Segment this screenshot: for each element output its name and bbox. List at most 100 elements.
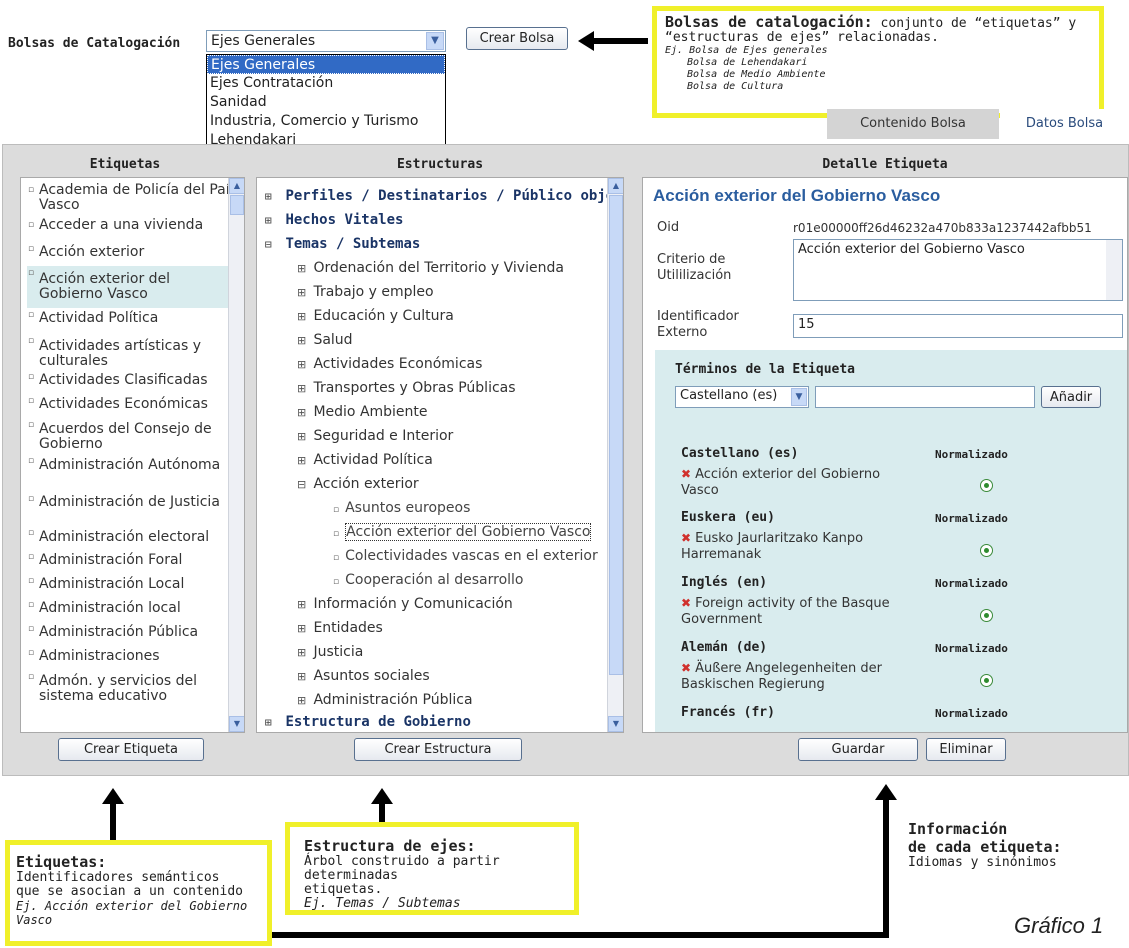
list-item[interactable]: Actividad Política	[27, 308, 237, 334]
normalizado-radio[interactable]	[980, 479, 993, 492]
expand-plus-icon[interactable]: ⊞	[297, 692, 309, 710]
expand-plus-icon[interactable]: ⊞	[297, 356, 309, 374]
crear-etiqueta-button[interactable]: Crear Etiqueta	[58, 738, 204, 761]
list-item[interactable]: Admón. y servicios del sistema educativo	[27, 670, 237, 704]
delete-x-icon[interactable]: ✖	[681, 531, 691, 545]
termino-input[interactable]	[815, 386, 1035, 408]
tree-leaf[interactable]: Colectividades vascas en el exterior	[333, 547, 598, 567]
estructuras-tree[interactable]: ⊞ Perfiles / Destinatarios / Público obj…	[256, 177, 624, 733]
normalizado-radio[interactable]	[980, 674, 993, 687]
bolsa-select[interactable]: Ejes Generales ▼	[206, 30, 446, 52]
tree-leaf[interactable]: Asuntos europeos	[333, 499, 470, 519]
expand-plus-icon[interactable]: ⊞	[297, 620, 309, 638]
expand-plus-icon[interactable]: ⊞	[297, 428, 309, 446]
tree-node[interactable]: ⊞ Seguridad e Interior	[297, 427, 453, 446]
tree-node[interactable]: ⊞ Asuntos sociales	[297, 667, 430, 686]
tree-node[interactable]: ⊟ Temas / Subtemas	[265, 235, 420, 254]
expand-plus-icon[interactable]: ⊞	[297, 452, 309, 470]
list-item[interactable]: Administración Pública	[27, 622, 237, 646]
tree-node[interactable]: ⊞ Justicia	[297, 643, 363, 662]
lang-select[interactable]: Castellano (es) ▼	[675, 386, 809, 408]
expand-plus-icon[interactable]: ⊞	[297, 404, 309, 422]
tree-node[interactable]: ⊞ Hechos Vitales	[265, 211, 403, 230]
list-item[interactable]: Acuerdos del Consejo de Gobierno	[27, 418, 237, 454]
anadir-button[interactable]: Añadir	[1041, 386, 1101, 408]
tree-node[interactable]: ⊞ Educación y Cultura	[297, 307, 454, 326]
guardar-button[interactable]: Guardar	[798, 738, 918, 761]
tree-node[interactable]: ⊞ Actividades Económicas	[297, 355, 482, 374]
callout-etiquetas-ex1: Ej. Acción exterior del Gobierno	[16, 899, 248, 913]
list-item[interactable]: Administraciones	[27, 646, 237, 670]
etiquetas-scrollbar[interactable]: ▲ ▼	[228, 178, 244, 732]
list-item[interactable]: Actividades artísticas y culturales	[27, 334, 237, 370]
delete-x-icon[interactable]: ✖	[681, 661, 691, 675]
tree-node[interactable]: ⊞ Ordenación del Territorio y Vivienda	[297, 259, 564, 278]
tab-contenido-bolsa[interactable]: Contenido Bolsa	[827, 109, 999, 139]
expand-plus-icon[interactable]: ⊞	[297, 644, 309, 662]
scroll-down-icon[interactable]: ▼	[608, 716, 623, 732]
scroll-up-icon[interactable]: ▲	[608, 178, 623, 194]
scroll-down-icon[interactable]: ▼	[229, 716, 244, 732]
list-item[interactable]: Acceder a una vivienda	[27, 218, 237, 242]
list-item[interactable]: Administración electoral	[27, 526, 237, 550]
normalizado-radio[interactable]	[980, 544, 993, 557]
collapse-minus-icon[interactable]: ⊟	[297, 476, 309, 494]
dropdown-option[interactable]: Sanidad	[207, 93, 445, 112]
tree-node[interactable]: ⊞ Actividad Política	[297, 451, 433, 470]
expand-plus-icon[interactable]: ⊞	[297, 332, 309, 350]
bolsa-dropdown[interactable]: Ejes Generales Ejes Contratación Sanidad…	[206, 54, 446, 150]
expand-plus-icon[interactable]: ⊞	[297, 380, 309, 398]
tree-node[interactable]: ⊞ Administración Pública	[297, 691, 473, 710]
list-item[interactable]: Administración de Justicia	[27, 492, 237, 526]
expand-plus-icon[interactable]: ⊞	[297, 668, 309, 686]
list-item[interactable]: Acción exterior	[27, 242, 237, 266]
crear-estructura-button[interactable]: Crear Estructura	[354, 738, 522, 761]
tree-node[interactable]: ⊞ Entidades	[297, 619, 383, 638]
list-item[interactable]: Administración Local	[27, 574, 237, 598]
tree-node[interactable]: ⊞ Información y Comunicación	[297, 595, 513, 614]
list-item[interactable]: Actividades Clasificadas	[27, 370, 237, 394]
list-item[interactable]: Administración Foral	[27, 550, 237, 574]
list-item-selected[interactable]: Acción exterior del Gobierno Vasco	[27, 266, 237, 308]
chevron-down-icon[interactable]: ▼	[426, 32, 444, 50]
crear-bolsa-button[interactable]: Crear Bolsa	[466, 27, 568, 50]
tree-node[interactable]: ⊟ Acción exterior	[297, 475, 419, 494]
etiquetas-list[interactable]: Academia de Policía del País Vasco Acced…	[20, 177, 245, 733]
criterio-textarea[interactable]: Acción exterior del Gobierno Vasco	[793, 239, 1123, 301]
expand-plus-icon[interactable]: ⊞	[297, 308, 309, 326]
tree-node[interactable]: ⊞ Transportes y Obras Públicas	[297, 379, 516, 398]
chevron-down-icon[interactable]: ▼	[791, 388, 807, 406]
tree-node[interactable]: ⊞ Perfiles / Destinatarios / Público obj…	[265, 187, 623, 206]
dropdown-option[interactable]: Ejes Generales	[207, 55, 445, 74]
expand-plus-icon[interactable]: ⊞	[265, 714, 277, 732]
textarea-scrollbar[interactable]	[1106, 240, 1122, 300]
list-item[interactable]: Administración local	[27, 598, 237, 622]
delete-x-icon[interactable]: ✖	[681, 467, 691, 481]
scroll-thumb[interactable]	[230, 195, 244, 215]
list-item[interactable]: Academia de Policía del País Vasco	[27, 183, 237, 218]
list-item[interactable]: Administración Autónoma	[27, 454, 237, 492]
scroll-thumb[interactable]	[609, 195, 623, 675]
tree-node[interactable]: ⊞ Medio Ambiente	[297, 403, 428, 422]
tab-datos-bolsa[interactable]: Datos Bolsa	[1000, 109, 1129, 139]
list-item[interactable]: Actividades Económicas	[27, 394, 237, 418]
eliminar-button[interactable]: Eliminar	[926, 738, 1006, 761]
tree-node[interactable]: ⊞ Salud	[297, 331, 353, 350]
scroll-up-icon[interactable]: ▲	[229, 178, 244, 194]
dropdown-option[interactable]: Ejes Contratación	[207, 74, 445, 93]
expand-plus-icon[interactable]: ⊞	[265, 188, 277, 206]
expand-plus-icon[interactable]: ⊞	[297, 596, 309, 614]
normalizado-radio[interactable]	[980, 609, 993, 622]
tree-leaf-selected[interactable]: Acción exterior del Gobierno Vasco	[333, 523, 592, 543]
delete-x-icon[interactable]: ✖	[681, 596, 691, 610]
collapse-minus-icon[interactable]: ⊟	[265, 236, 277, 254]
tree-leaf[interactable]: Cooperación al desarrollo	[333, 571, 523, 591]
expand-plus-icon[interactable]: ⊞	[265, 212, 277, 230]
estructuras-scrollbar[interactable]: ▲ ▼	[607, 178, 623, 732]
tree-node[interactable]: ⊞ Trabajo y empleo	[297, 283, 434, 302]
dropdown-option[interactable]: Industria, Comercio y Turismo	[207, 112, 445, 131]
identificador-input[interactable]: 15	[793, 314, 1123, 338]
expand-plus-icon[interactable]: ⊞	[297, 284, 309, 302]
expand-plus-icon[interactable]: ⊞	[297, 260, 309, 278]
tree-node[interactable]: ⊞ Estructura de Gobierno	[265, 713, 471, 732]
